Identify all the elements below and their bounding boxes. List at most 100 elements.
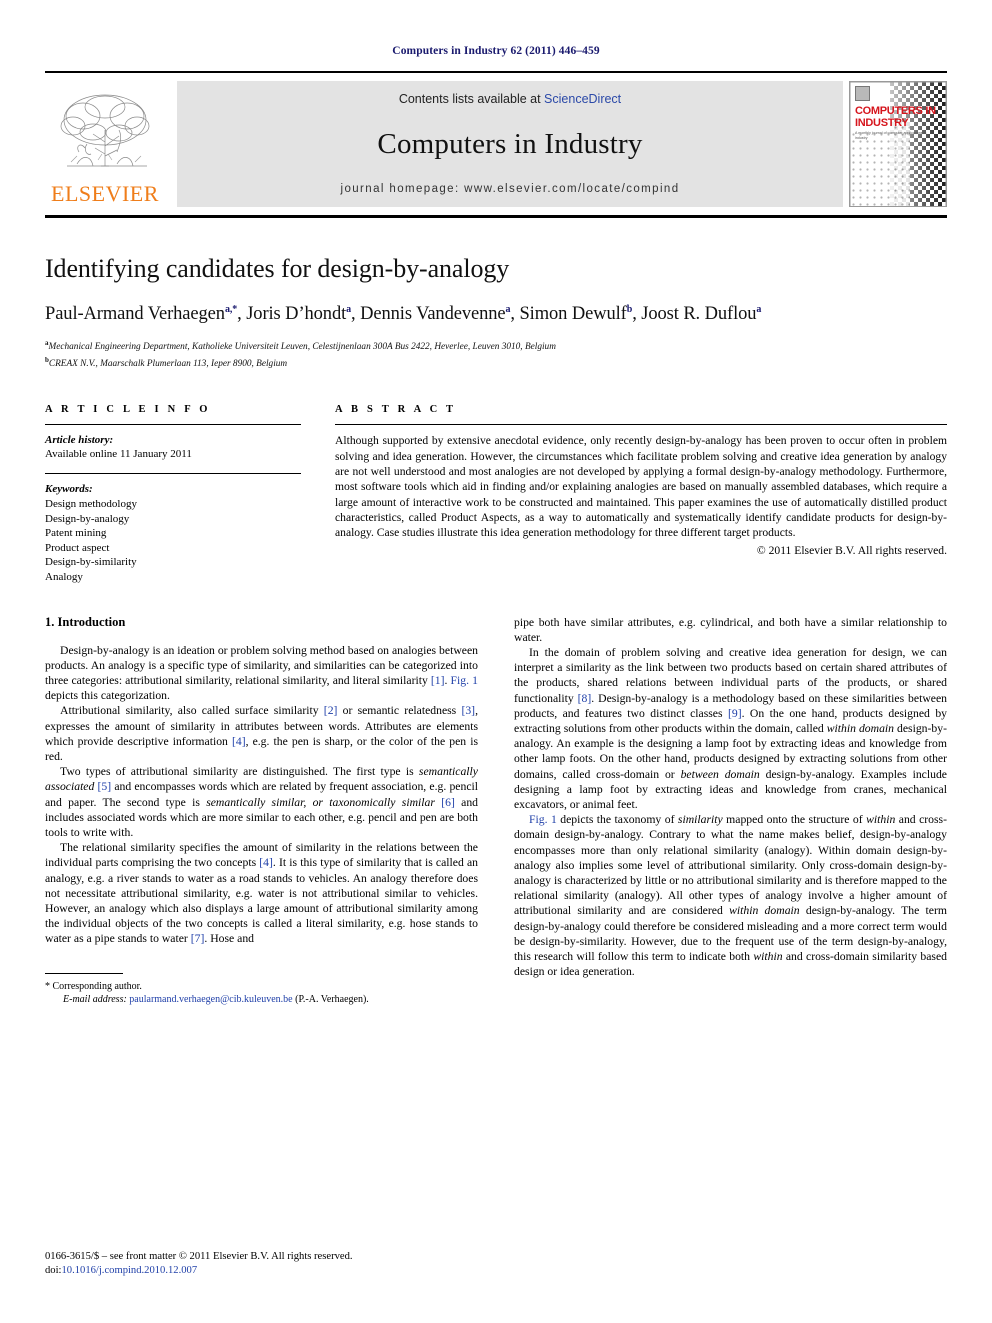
article-info-heading: A R T I C L E I N F O xyxy=(45,404,211,416)
cover-publisher-badge-icon xyxy=(855,86,870,101)
paragraph: pipe both have similar attributes, e.g. … xyxy=(514,615,947,644)
author-separator: , xyxy=(237,304,247,325)
cover-title-line1: COMPUTERS IN xyxy=(855,105,936,117)
citation-ref[interactable]: [2] xyxy=(324,704,338,717)
doi-label: doi: xyxy=(45,1265,62,1276)
page-title: Identifying candidates for design-by-ana… xyxy=(45,254,510,283)
author-entry: Paul-Armand Verhaegena,* xyxy=(45,304,237,324)
abstract-rule xyxy=(335,424,947,426)
paragraph: Attributional similarity, also called su… xyxy=(45,704,478,763)
citation-ref[interactable]: [5] xyxy=(98,780,112,793)
citation-ref[interactable]: [4] xyxy=(259,856,273,869)
abstract-copyright: © 2011 Elsevier B.V. All rights reserved… xyxy=(756,544,947,558)
footnote-email-line: E-mail address: paularmand.verhaegen@cib… xyxy=(45,993,478,1007)
affiliation-item: aMechanical Engineering Department, Kath… xyxy=(45,337,947,354)
emphasis: semantically similar, or taxonomically s… xyxy=(206,795,435,809)
emphasis: between domain xyxy=(680,767,760,781)
author-affil-marker: a xyxy=(756,304,762,315)
citation-ref[interactable]: [4] xyxy=(232,735,246,748)
affiliation-item: bCREAX N.V., Maarschalk Plumerlaan 113, … xyxy=(45,354,947,371)
author-affil-marker: a,* xyxy=(224,304,238,315)
issn-footer: 0166-3615/$ – see front matter © 2011 El… xyxy=(45,1250,485,1278)
keyword-item: Product aspect xyxy=(45,541,110,554)
issn-line: 0166-3615/$ – see front matter © 2011 El… xyxy=(45,1251,353,1262)
elsevier-logo: ELSEVIER xyxy=(45,81,165,207)
corresponding-author-footnote: * Corresponding author. E-mail address: … xyxy=(45,972,478,1007)
contents-lists-line: Contents lists available at ScienceDirec… xyxy=(399,92,621,106)
cover-title-line2: INDUSTRY xyxy=(855,117,909,129)
emphasis: within xyxy=(753,949,783,963)
doi-link[interactable]: 10.1016/j.compind.2010.12.007 xyxy=(61,1265,197,1276)
footnote-corresponding: * Corresponding author. xyxy=(45,980,478,994)
abstract-column: A B S T R A C T Although supported by ex… xyxy=(335,404,947,584)
keyword-item: Design-by-similarity xyxy=(45,556,137,569)
abstract-heading: A B S T R A C T xyxy=(335,404,457,416)
running-head: Computers in Industry 62 (2011) 446–459 xyxy=(392,45,600,57)
author-name: Paul-Armand Verhaegen xyxy=(45,304,225,325)
journal-band: Contents lists available at ScienceDirec… xyxy=(177,81,843,207)
section-heading-introduction: 1. Introduction xyxy=(45,614,126,629)
figure-ref[interactable]: Fig. 1 xyxy=(529,813,557,826)
journal-homepage-line[interactable]: journal homepage: www.elsevier.com/locat… xyxy=(341,183,680,195)
sciencedirect-link[interactable]: ScienceDirect xyxy=(544,92,621,106)
elsevier-wordmark: ELSEVIER xyxy=(51,181,159,206)
footnote-email-label: E-mail address: xyxy=(63,994,127,1006)
author-separator: , xyxy=(632,304,642,325)
footnote-email-suffix: (P.-A. Verhaegen). xyxy=(295,994,369,1006)
author-name: Simon Dewulf xyxy=(519,304,627,325)
citation-ref[interactable]: [7] xyxy=(191,932,205,945)
journal-masthead: ELSEVIER Contents lists available at Sci… xyxy=(45,71,947,218)
emphasis: within xyxy=(866,813,896,827)
citation-ref[interactable]: [1] xyxy=(431,674,445,687)
paragraph: In the domain of problem solving and cre… xyxy=(514,645,948,811)
figure-ref[interactable]: Fig. 1 xyxy=(451,674,478,687)
author-entry: Joost R. Dufloua xyxy=(641,304,761,324)
doi-line: doi:10.1016/j.compind.2010.12.007 xyxy=(45,1264,485,1278)
title-block: Identifying candidates for design-by-ana… xyxy=(45,254,947,370)
emphasis: within domain xyxy=(729,904,800,918)
paper-page: Computers in Industry 62 (2011) 446–459 xyxy=(0,0,992,1323)
body-columns: 1. Introduction Design-by-analogy is an … xyxy=(45,615,947,1007)
elsevier-tree-icon xyxy=(60,94,150,167)
keyword-item: Patent mining xyxy=(45,527,107,540)
author-name: Dennis Vandevenne xyxy=(360,304,506,325)
citation-ref[interactable]: [9] xyxy=(728,707,742,720)
citation-ref[interactable]: [3] xyxy=(461,704,475,717)
body-column-left: 1. Introduction Design-by-analogy is an … xyxy=(45,615,478,1007)
keyword-item: Analogy xyxy=(45,570,83,583)
author-entry: Dennis Vandevennea xyxy=(360,304,510,324)
article-history-label: Article history: xyxy=(45,434,114,447)
journal-cover-thumbnail: COMPUTERS IN INDUSTRY A monthly journal … xyxy=(849,81,947,207)
article-info-rule-2 xyxy=(45,473,301,475)
footnote-rule xyxy=(45,972,123,974)
citation-ref[interactable]: [6] xyxy=(441,796,455,809)
body-column-right: pipe both have similar attributes, e.g. … xyxy=(514,615,947,1007)
article-history: Article history: Available online 11 Jan… xyxy=(45,433,301,461)
affiliation-text: Mechanical Engineering Department, Katho… xyxy=(48,342,556,353)
paragraph: Two types of attributional similarity ar… xyxy=(45,765,479,839)
author-entry: Simon Dewulfb xyxy=(519,304,632,324)
paragraph: Fig. 1 depicts the taxonomy of similarit… xyxy=(514,813,947,979)
affiliation-list: aMechanical Engineering Department, Kath… xyxy=(45,337,947,370)
affiliation-text: CREAX N.V., Maarschalk Plumerlaan 113, I… xyxy=(48,358,288,369)
paragraph: Design-by-analogy is an ideation or prob… xyxy=(45,643,478,703)
keyword-item: Design methodology xyxy=(45,497,137,510)
cover-title: COMPUTERS IN INDUSTRY xyxy=(855,105,936,129)
paragraph: The relational similarity specifies the … xyxy=(45,841,478,946)
keyword-item: Design-by-analogy xyxy=(45,512,130,525)
cover-subtitle: A monthly journal of computer applicatio… xyxy=(855,131,927,140)
author-name: Joris D’hondt xyxy=(246,304,347,325)
emphasis: within domain xyxy=(826,721,895,735)
footnote-corresponding-text: Corresponding author. xyxy=(52,980,142,992)
citation-ref[interactable]: [8] xyxy=(578,692,592,705)
footnote-marker: * xyxy=(45,980,50,992)
journal-title: Computers in Industry xyxy=(377,128,643,160)
author-name: Joost R. Duflou xyxy=(641,304,757,325)
keywords-block: Keywords: Design methodology Design-by-a… xyxy=(45,482,301,584)
keywords-label: Keywords: xyxy=(45,483,93,496)
info-abstract-region: A R T I C L E I N F O Article history: A… xyxy=(45,404,947,584)
footnote-email-link[interactable]: paularmand.verhaegen@cib.kuleuven.be xyxy=(129,994,292,1005)
article-history-value: Available online 11 January 2011 xyxy=(45,448,192,461)
author-entry: Joris D’hondta xyxy=(246,304,351,324)
article-info-rule xyxy=(45,424,301,426)
